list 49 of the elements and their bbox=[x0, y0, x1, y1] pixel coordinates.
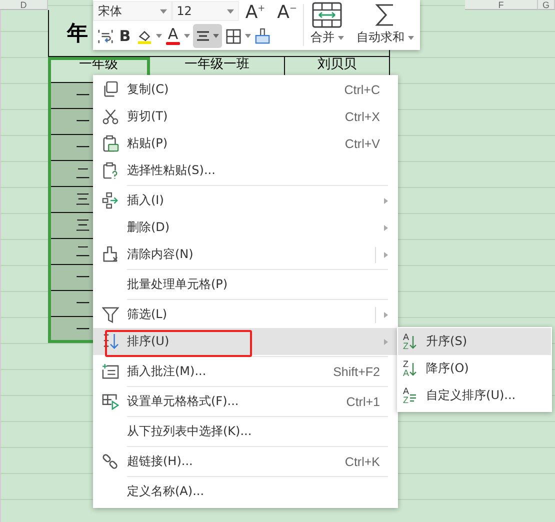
separator bbox=[375, 306, 376, 322]
clipboard-question-icon bbox=[102, 162, 118, 179]
font-name-dropdown[interactable]: 宋体 bbox=[93, 1, 172, 21]
caret-icon bbox=[213, 34, 219, 38]
scissors-icon bbox=[102, 108, 118, 125]
menu-item[interactable]: 从下拉列表中选择(K)... bbox=[93, 418, 398, 445]
filter-icon bbox=[102, 306, 118, 323]
submenu-arrow-icon bbox=[384, 312, 388, 318]
menu-item[interactable]: A Z 自定义排序(U)... bbox=[398, 382, 551, 409]
eraser-icon bbox=[102, 246, 118, 263]
menu-item[interactable]: 定义名称(A)... bbox=[93, 478, 398, 505]
menu-item[interactable]: 排序(U) bbox=[93, 328, 398, 355]
insert-cells-icon bbox=[102, 192, 118, 209]
bold-button[interactable]: B bbox=[117, 27, 133, 45]
menu-item[interactable]: 设置单元格格式(F)... Ctrl+1 bbox=[93, 388, 398, 415]
submenu-arrow-icon bbox=[384, 252, 388, 258]
caret-icon[interactable] bbox=[156, 34, 162, 38]
clipboard-icon bbox=[102, 135, 118, 152]
merge-cells-icon[interactable] bbox=[312, 2, 342, 28]
format-cells-icon bbox=[102, 393, 118, 410]
align-button[interactable] bbox=[193, 24, 222, 48]
menu-item[interactable]: Z A 降序(O) bbox=[398, 355, 551, 382]
separator bbox=[375, 246, 376, 262]
merge-button[interactable]: 合并 bbox=[310, 29, 344, 46]
copy-icon bbox=[102, 81, 118, 98]
column-header[interactable]: D bbox=[0, 0, 48, 10]
menu-item[interactable]: A Z 升序(S) bbox=[398, 328, 551, 355]
caret-icon bbox=[160, 8, 167, 14]
caret-icon[interactable] bbox=[245, 34, 251, 38]
submenu-arrow-icon bbox=[384, 338, 388, 344]
wrap-text-icon[interactable] bbox=[97, 28, 114, 44]
menu-item[interactable]: 超链接(H)... Ctrl+K bbox=[93, 448, 398, 475]
caret-icon[interactable] bbox=[184, 34, 190, 38]
caret-icon bbox=[408, 36, 414, 40]
format-painter-icon[interactable] bbox=[254, 28, 271, 44]
sort-icon bbox=[102, 333, 118, 350]
borders-icon[interactable] bbox=[225, 28, 242, 44]
link-icon bbox=[102, 453, 118, 470]
column-header[interactable]: F bbox=[465, 0, 538, 10]
font-size-dropdown[interactable]: 12 bbox=[172, 1, 240, 21]
caret-icon bbox=[227, 8, 234, 14]
submenu-arrow-icon bbox=[384, 224, 388, 230]
comment-icon bbox=[102, 363, 118, 380]
column-header[interactable]: G bbox=[538, 0, 555, 10]
submenu-arrow-icon bbox=[384, 198, 388, 204]
font-color-button[interactable]: A bbox=[165, 27, 181, 45]
align-center-icon bbox=[196, 30, 210, 42]
menu-item[interactable]: 插入批注(M)... Shift+F2 bbox=[93, 358, 398, 385]
caret-icon bbox=[338, 36, 344, 40]
